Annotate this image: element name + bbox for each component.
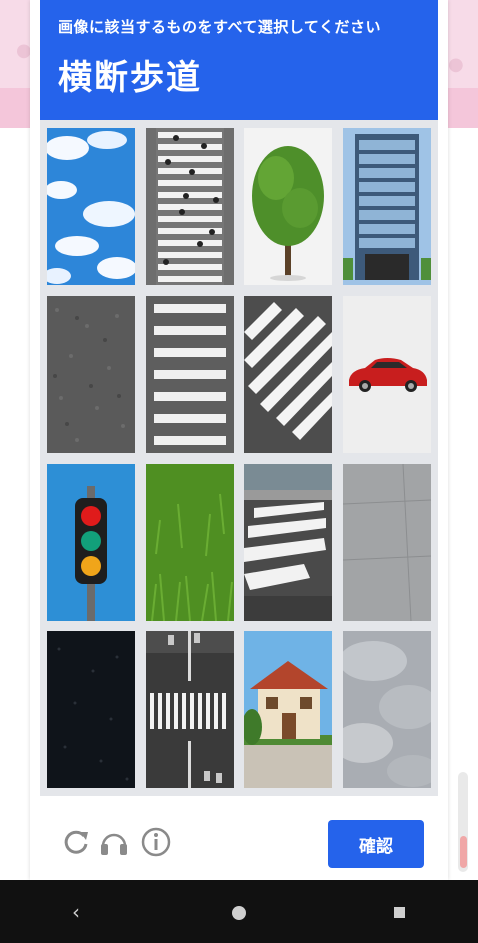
grass-icon — [146, 464, 234, 621]
car-icon — [343, 296, 431, 453]
asphalt-icon — [47, 296, 135, 453]
scrollbar-thumb[interactable] — [460, 836, 467, 868]
captcha-tile-crosswalk-aerial[interactable] — [146, 631, 234, 788]
home-icon[interactable] — [232, 906, 246, 920]
captcha-tile-crosswalk-street[interactable] — [244, 464, 332, 621]
paw-icon: ● — [448, 54, 464, 75]
captcha-tile-crosswalk-pedestrians[interactable] — [146, 128, 234, 285]
house-icon — [244, 631, 332, 788]
captcha-tile-sidewalk[interactable] — [343, 464, 431, 621]
sidewalk-icon — [343, 464, 431, 621]
recent-apps-icon[interactable] — [394, 907, 405, 918]
reload-icon[interactable] — [60, 826, 92, 858]
captcha-header: 画像に該当するものをすべて選択してください 横断歩道 — [40, 0, 438, 120]
captcha-instruction: 画像に該当するものをすべて選択してください — [58, 18, 381, 36]
crosswalk-street-icon — [244, 464, 332, 621]
captcha-tile-dark-asphalt[interactable] — [47, 631, 135, 788]
tree-icon — [244, 128, 332, 285]
sky-icon — [47, 128, 135, 285]
captcha-target-label: 横断歩道 — [58, 58, 202, 98]
crosswalk-aerial-icon — [146, 631, 234, 788]
captcha-image-grid — [40, 120, 438, 796]
captcha-tile-tree[interactable] — [244, 128, 332, 285]
crosswalk-pedestrians-icon — [146, 128, 234, 285]
verify-button[interactable]: 確認 — [328, 820, 424, 868]
captcha-tile-crosswalk-diagonal[interactable] — [244, 296, 332, 453]
building-icon — [343, 128, 431, 285]
captcha-footer: 確認 — [30, 796, 448, 880]
audio-icon[interactable] — [98, 826, 130, 858]
captcha-tile-grass[interactable] — [146, 464, 234, 621]
dark-asphalt-icon — [47, 631, 135, 788]
info-icon[interactable] — [140, 826, 172, 858]
captcha-tile-traffic-light[interactable] — [47, 464, 135, 621]
traffic-light-icon — [47, 464, 135, 621]
captcha-tile-sky[interactable] — [47, 128, 135, 285]
back-icon[interactable]: ‹ — [72, 900, 80, 924]
captcha-tile-car[interactable] — [343, 296, 431, 453]
captcha-tile-asphalt[interactable] — [47, 296, 135, 453]
captcha-dialog: 画像に該当するものをすべて選択してください 横断歩道 確認 — [30, 0, 448, 880]
captcha-tile-clouds[interactable] — [343, 631, 431, 788]
captcha-tile-building[interactable] — [343, 128, 431, 285]
captcha-tile-house[interactable] — [244, 631, 332, 788]
system-navigation-bar: ‹ — [0, 880, 478, 943]
clouds-icon — [343, 631, 431, 788]
crosswalk-icon — [146, 296, 234, 453]
captcha-tile-crosswalk[interactable] — [146, 296, 234, 453]
crosswalk-diagonal-icon — [244, 296, 332, 453]
